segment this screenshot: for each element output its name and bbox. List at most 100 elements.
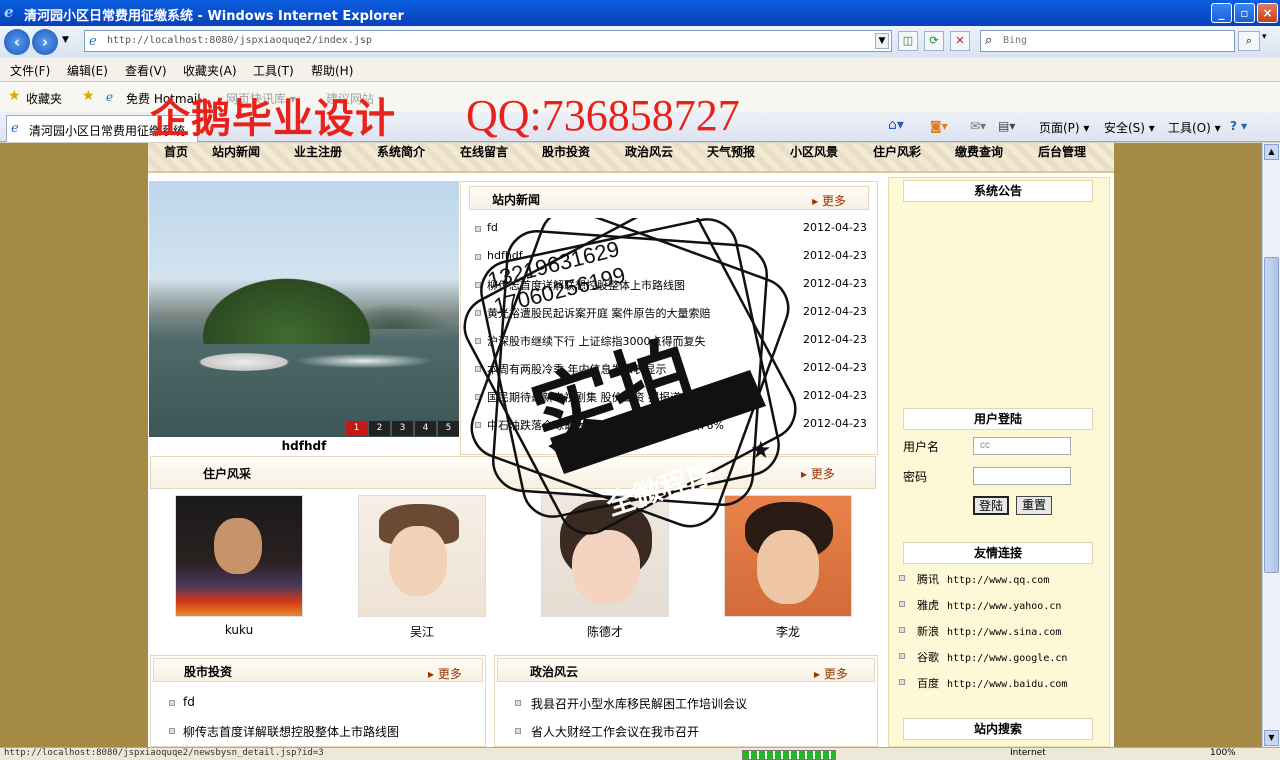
close-button[interactable]: × (1257, 3, 1278, 23)
address-url[interactable]: http://localhost:8080/jspxiaoquqe2/index… (107, 35, 372, 46)
search-placeholder[interactable]: Bing (1003, 35, 1027, 46)
resident-photo[interactable] (175, 495, 303, 617)
news-item[interactable]: 国民期待最新电视剧集 股价工资 据报道 (487, 389, 681, 405)
friend-link[interactable]: 雅虎 http://www.yahoo.cn (917, 597, 1061, 613)
address-bar[interactable]: e http://localhost:8080/jspxiaoquqe2/ind… (84, 30, 892, 52)
maximize-button[interactable]: ▫ (1234, 3, 1255, 23)
username-input[interactable]: cc (973, 437, 1071, 455)
mail-icon[interactable]: ✉▾ (970, 119, 986, 133)
menu-tools[interactable]: 工具(T) (253, 62, 294, 79)
add-favorite-icon[interactable]: ★ (82, 88, 95, 104)
password-input[interactable] (973, 467, 1071, 485)
favorites-button[interactable]: 收藏夹 (26, 90, 62, 107)
search-go-icon[interactable]: ⌕ (1238, 31, 1260, 51)
nav-weather[interactable]: 天气预报 (707, 143, 755, 160)
login-button[interactable]: 登陆 (973, 496, 1009, 515)
nav-politics[interactable]: 政治风云 (625, 143, 673, 160)
friend-link-url[interactable]: http://www.baidu.com (947, 679, 1067, 690)
resident-photo[interactable] (724, 495, 852, 617)
friend-link-name[interactable]: 腾讯 (917, 573, 939, 586)
nav-stocks[interactable]: 股市投资 (542, 143, 590, 160)
resident-name[interactable]: 陈德才 (530, 623, 680, 640)
friend-link-url[interactable]: http://www.yahoo.cn (947, 601, 1061, 612)
politics-more-label[interactable]: 更多 (824, 667, 848, 681)
vertical-scrollbar[interactable]: ▲ ▼ (1262, 143, 1280, 747)
news-more-label[interactable]: 更多 (822, 194, 846, 208)
home-icon[interactable]: ⌂▾ (888, 117, 904, 133)
news-item[interactable]: 本周有两股冷季 年内信息发布表显示 (487, 361, 667, 377)
friend-link[interactable]: 腾讯 http://www.qq.com (917, 571, 1049, 587)
stocks-item[interactable]: 柳传志首度详解联想控股整体上市路线图 (183, 723, 399, 740)
residents-more-link[interactable]: ▸ 更多 (801, 465, 835, 482)
page-menu[interactable]: 页面(P) ▾ (1039, 119, 1089, 136)
search-box[interactable]: ⌕ Bing (980, 30, 1235, 52)
friend-link[interactable]: 新浪 http://www.sina.com (917, 623, 1061, 639)
stocks-more-label[interactable]: 更多 (438, 667, 462, 681)
news-more-link[interactable]: ▸ 更多 (812, 192, 846, 209)
friend-link-url[interactable]: http://www.sina.com (947, 627, 1061, 638)
menu-help[interactable]: 帮助(H) (311, 62, 353, 79)
stocks-more-link[interactable]: ▸ 更多 (428, 665, 462, 682)
nav-guestbook[interactable]: 在线留言 (460, 143, 508, 160)
news-item[interactable]: hdfhdf (487, 249, 523, 262)
print-icon[interactable]: ▤▾ (998, 119, 1015, 133)
nav-residents[interactable]: 住户风彩 (873, 143, 921, 160)
nav-home[interactable]: 首页 (164, 143, 188, 160)
menu-file[interactable]: 文件(F) (10, 62, 50, 79)
nav-payment[interactable]: 缴费查询 (955, 143, 1003, 160)
friend-link-url[interactable]: http://www.google.cn (947, 653, 1067, 664)
menu-edit[interactable]: 编辑(E) (67, 62, 108, 79)
slide-page-1[interactable]: 1 (345, 421, 367, 436)
scroll-down-icon[interactable]: ▼ (1264, 730, 1279, 746)
feeds-icon[interactable]: ◙▾ (930, 119, 948, 133)
slide-page-4[interactable]: 4 (414, 421, 436, 436)
forward-button[interactable]: › (32, 29, 58, 55)
news-item[interactable]: 中石油跌落全球最大市值公司宝座 股价下跌76% (487, 417, 724, 433)
nav-register[interactable]: 业主注册 (294, 143, 342, 160)
politics-item[interactable]: 我县召开小型水库移民解困工作培训会议 (531, 695, 747, 712)
help-menu[interactable]: ? ▾ (1230, 119, 1247, 133)
back-button[interactable]: ‹ (4, 29, 30, 55)
friend-link-url[interactable]: http://www.qq.com (947, 575, 1049, 586)
status-zoom[interactable]: 100% (1210, 748, 1236, 758)
scroll-thumb[interactable] (1264, 257, 1279, 573)
scroll-up-icon[interactable]: ▲ (1264, 144, 1279, 160)
resident-name[interactable]: 李龙 (713, 623, 863, 640)
slide-page-2[interactable]: 2 (368, 421, 390, 436)
news-item[interactable]: 黄光裕遭股民起诉案开庭 案件原告的大量索赔 (487, 305, 711, 321)
news-item[interactable]: 沪深股市继续下行 上证综指3000点得而复失 (487, 333, 706, 349)
friend-link-name[interactable]: 雅虎 (917, 599, 939, 612)
friend-link-name[interactable]: 谷歌 (917, 651, 939, 664)
menu-view[interactable]: 查看(V) (125, 62, 167, 79)
address-dropdown-icon[interactable]: ▼ (875, 33, 889, 49)
stop-icon[interactable]: ✕ (950, 31, 970, 51)
slideshow[interactable]: 1 2 3 4 5 (149, 181, 459, 437)
slide-page-3[interactable]: 3 (391, 421, 413, 436)
menu-favorites[interactable]: 收藏夹(A) (183, 62, 237, 79)
slide-page-5[interactable]: 5 (437, 421, 459, 436)
nav-about[interactable]: 系统简介 (377, 143, 425, 160)
news-item[interactable]: 柳传志首度详解联想控股整体上市路线图 (487, 277, 685, 293)
refresh-icon[interactable]: ⟳ (924, 31, 944, 51)
politics-item[interactable]: 省人大财经工作会议在我市召开 (531, 723, 699, 740)
minimize-button[interactable]: _ (1211, 3, 1232, 23)
search-options-icon[interactable]: ▾ (1262, 32, 1267, 42)
slideshow-caption[interactable]: hdfhdf (149, 439, 459, 453)
history-dropdown-icon[interactable]: ▼ (62, 35, 69, 45)
nav-news[interactable]: 站内新闻 (212, 143, 260, 160)
nav-admin[interactable]: 后台管理 (1038, 143, 1086, 160)
tools-menu[interactable]: 工具(O) ▾ (1168, 119, 1221, 136)
politics-more-link[interactable]: ▸ 更多 (814, 665, 848, 682)
friend-link[interactable]: 谷歌 http://www.google.cn (917, 649, 1067, 665)
news-item[interactable]: fd (487, 221, 498, 234)
friend-link[interactable]: 百度 http://www.baidu.com (917, 675, 1067, 691)
stocks-item[interactable]: fd (183, 695, 195, 709)
friend-link-name[interactable]: 新浪 (917, 625, 939, 638)
friend-link-name[interactable]: 百度 (917, 677, 939, 690)
resident-name[interactable]: 吴江 (347, 623, 497, 640)
reset-button[interactable]: 重置 (1016, 496, 1052, 515)
nav-scenery[interactable]: 小区风景 (790, 143, 838, 160)
compatibility-icon[interactable]: ◫ (898, 31, 918, 51)
safety-menu[interactable]: 安全(S) ▾ (1104, 119, 1155, 136)
resident-photo[interactable] (358, 495, 486, 617)
